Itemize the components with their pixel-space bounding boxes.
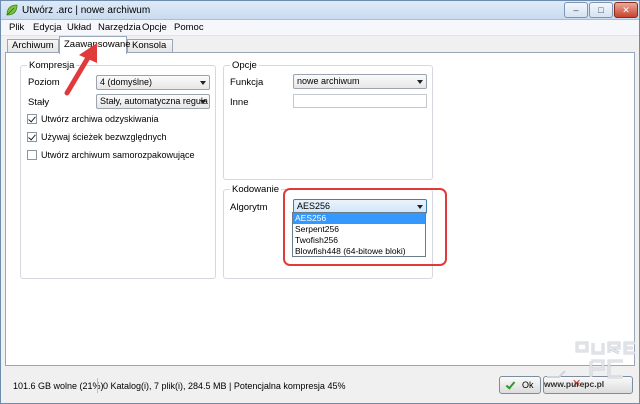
menu-pomoc[interactable]: Pomoc	[174, 22, 204, 33]
chevron-down-icon	[417, 80, 423, 84]
recovery-archive-checkbox[interactable]: Utwórz archiwa odzyskiwania	[27, 114, 159, 124]
algorithm-option-serpent256[interactable]: Serpent256	[293, 224, 425, 235]
menu-uklad[interactable]: Układ	[67, 22, 91, 33]
free-space-text: 101.6 GB wolne (21%)	[13, 381, 104, 391]
menu-edycja[interactable]: Edycja	[33, 22, 62, 33]
compression-group-title: Kompresja	[27, 60, 77, 71]
advanced-tab-panel: Kompresja Poziom 4 (domyślne) Stały Stał…	[5, 52, 635, 366]
algorithm-option-aes256[interactable]: AES256	[293, 213, 425, 224]
level-select[interactable]: 4 (domyślne)	[96, 75, 210, 90]
algorithm-select-value: AES256	[297, 201, 331, 211]
function-label: Funkcja	[230, 77, 264, 88]
tab-konsola[interactable]: Konsola	[127, 39, 173, 53]
absolute-paths-checkbox[interactable]: Używaj ścieżek bezwzględnych	[27, 132, 167, 142]
solid-label: Stały	[28, 97, 50, 108]
self-extracting-checkbox[interactable]: Utwórz archiwum samorozpakowujące	[27, 150, 195, 160]
ok-button-label: Ok	[522, 380, 534, 390]
checkbox-checked-icon[interactable]	[27, 132, 37, 142]
options-group: Opcje Funkcja nowe archiwum Inne	[223, 60, 433, 180]
minimize-button[interactable]: –	[564, 2, 588, 18]
level-label: Poziom	[28, 77, 60, 88]
checkbox-unchecked-icon[interactable]	[27, 150, 37, 160]
chevron-down-icon	[200, 81, 206, 85]
summary-text: 0 Katalog(i), 7 plik(i), 284.5 MB | Pote…	[103, 381, 346, 391]
maximize-button[interactable]: □	[589, 2, 613, 18]
solid-select[interactable]: Stały, automatyczna reguła	[96, 94, 210, 109]
checkmark-icon	[505, 379, 516, 390]
algorithm-option-blowfish448[interactable]: Blowfish448 (64-bitowe bloki)	[293, 246, 425, 257]
algorithm-dropdown-list: AES256 Serpent256 Twofish256 Blowfish448…	[292, 212, 426, 257]
menu-plik[interactable]: Plik	[9, 22, 24, 33]
status-separator	[97, 378, 98, 393]
checkbox-checked-icon[interactable]	[27, 114, 37, 124]
function-select-value: nowe archiwum	[297, 76, 360, 86]
tab-zaawansowane[interactable]: Zaawansowane	[59, 36, 131, 54]
other-label: Inne	[230, 97, 249, 108]
menu-opcje[interactable]: Opcje	[142, 22, 167, 33]
app-leaf-icon	[6, 4, 18, 16]
options-group-title: Opcje	[230, 60, 259, 71]
algorithm-option-twofish256[interactable]: Twofish256	[293, 235, 425, 246]
chevron-down-icon	[200, 100, 206, 104]
recovery-archive-label: Utwórz archiwa odzyskiwania	[41, 114, 159, 124]
tab-strip: Archiwum Zaawansowane Konsola	[1, 36, 639, 54]
absolute-paths-label: Używaj ścieżek bezwzględnych	[41, 132, 167, 142]
chevron-down-icon	[417, 205, 423, 209]
solid-select-value: Stały, automatyczna reguła	[100, 96, 208, 106]
menu-bar: Plik Edycja Układ Narzędzia Opcje Pomoc	[1, 20, 639, 36]
function-select[interactable]: nowe archiwum	[293, 74, 427, 89]
level-select-value: 4 (domyślne)	[100, 77, 153, 87]
watermark-url: www.purepc.pl	[544, 379, 605, 389]
tab-archiwum[interactable]: Archiwum	[7, 39, 59, 53]
menu-narzedzia[interactable]: Narzędzia	[98, 22, 141, 33]
window-title: Utwórz .arc | nowe archiwum	[22, 5, 151, 16]
title-bar: Utwórz .arc | nowe archiwum – □ ✕	[1, 1, 639, 20]
algorithm-label: Algorytm	[230, 202, 268, 213]
self-extracting-label: Utwórz archiwum samorozpakowujące	[41, 150, 195, 160]
compression-group: Kompresja Poziom 4 (domyślne) Stały Stał…	[20, 60, 216, 279]
app-window: Utwórz .arc | nowe archiwum – □ ✕ Plik E…	[0, 0, 640, 404]
ok-button[interactable]: Ok	[499, 376, 541, 394]
close-button[interactable]: ✕	[614, 2, 638, 18]
encoding-group-title: Kodowanie	[230, 184, 282, 195]
other-input[interactable]	[293, 94, 427, 108]
